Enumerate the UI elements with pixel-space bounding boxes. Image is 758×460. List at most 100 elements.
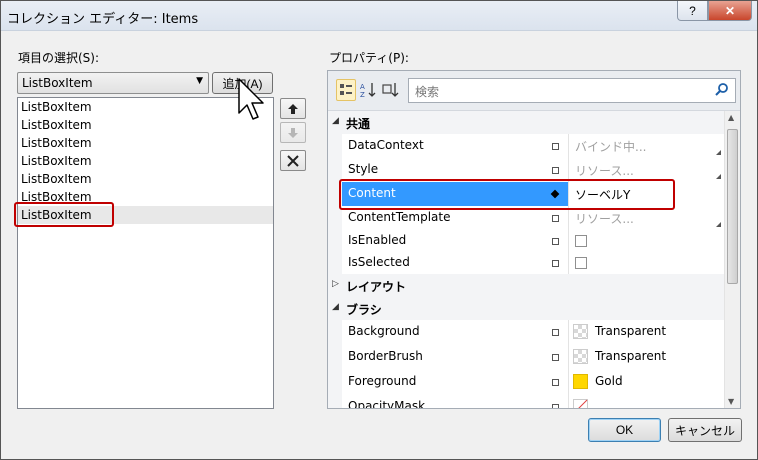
property-value: リソース... (575, 212, 634, 226)
category-brush[interactable]: ◢ ブラシ (328, 297, 724, 320)
svg-text:A: A (360, 83, 365, 91)
property-name: IsEnabled (348, 233, 407, 247)
mouse-cursor-icon (238, 78, 264, 120)
property-value-cell[interactable]: Transparent (568, 320, 724, 345)
list-item[interactable]: ListBoxItem (18, 152, 273, 170)
categorize-button[interactable] (336, 79, 356, 101)
categorize-icon (340, 84, 352, 95)
list-item[interactable]: ListBoxItem (18, 116, 273, 134)
property-row-content[interactable]: Content ソーベルY (328, 182, 724, 206)
property-search-input[interactable]: 検索 (408, 78, 736, 103)
category-layout[interactable]: ▷ レイアウト (328, 274, 724, 297)
property-name: ContentTemplate (348, 210, 451, 224)
property-marker-icon[interactable] (552, 354, 559, 361)
property-row-foreground[interactable]: Foreground Gold (328, 370, 724, 395)
gold-swatch-icon (573, 374, 588, 389)
property-row-opacitymask[interactable]: OpacityMask (328, 395, 724, 409)
property-name: Content (348, 186, 396, 200)
property-name: OpacityMask (348, 399, 426, 409)
item-type-value: ListBoxItem (22, 76, 93, 90)
sort-source-icon (382, 83, 399, 97)
corner-indicator-icon (716, 174, 721, 179)
scrollbar-thumb[interactable] (727, 129, 738, 284)
property-row-style[interactable]: Style リソース... (328, 158, 724, 182)
property-marker-icon[interactable] (552, 379, 559, 386)
property-name: BorderBrush (348, 349, 423, 363)
property-grid: A Z 検索 ◢ 共通 DataContext バインド中... Style リ… (327, 70, 741, 409)
arrow-down-icon (288, 127, 298, 138)
content-value[interactable]: ソーベルY (575, 186, 630, 203)
ok-button[interactable]: OK (588, 418, 661, 442)
property-value-cell (568, 230, 724, 252)
corner-indicator-icon (716, 222, 721, 227)
property-value-cell[interactable]: リソース... (568, 158, 724, 182)
list-item[interactable]: ListBoxItem (18, 170, 273, 188)
category-label: ブラシ (346, 303, 382, 317)
search-placeholder: 検索 (415, 85, 440, 99)
category-common[interactable]: ◢ 共通 (328, 111, 724, 134)
dropdown-arrow-icon: ▼ (196, 76, 203, 86)
property-value-cell[interactable]: ソーベルY (568, 182, 724, 206)
property-marker-icon[interactable] (552, 143, 559, 150)
property-row-isenabled[interactable]: IsEnabled (328, 230, 724, 252)
corner-indicator-icon (716, 150, 721, 155)
isselected-checkbox[interactable] (575, 257, 587, 269)
collection-editor-window: コレクション エディター: Items ? ✕ 項目の選択(S): ListBo… (0, 0, 758, 460)
list-item-selected[interactable]: ListBoxItem (18, 206, 273, 224)
property-value-cell[interactable]: バインド中... (568, 134, 724, 158)
isenabled-checkbox[interactable] (575, 235, 587, 247)
property-name: Background (348, 324, 420, 338)
sort-alpha-button[interactable]: A Z (359, 79, 379, 101)
property-row-background[interactable]: Background Transparent (328, 320, 724, 345)
property-value: Transparent (595, 349, 667, 363)
properties-label: プロパティ(P): (329, 51, 409, 65)
category-label: 共通 (346, 117, 371, 131)
collapse-triangle-icon: ◢ (332, 116, 339, 126)
property-marker-icon[interactable] (552, 260, 559, 267)
items-listbox[interactable]: ListBoxItem ListBoxItem ListBoxItem List… (17, 97, 274, 409)
cancel-button[interactable]: キャンセル (668, 418, 742, 442)
property-marker-icon[interactable] (552, 215, 559, 222)
property-marker-icon[interactable] (552, 404, 559, 408)
property-row-contenttemplate[interactable]: ContentTemplate リソース... (328, 206, 724, 230)
sort-source-button[interactable] (381, 79, 401, 101)
property-scrollbar[interactable]: ▲ ▼ (724, 111, 740, 408)
remove-button[interactable] (280, 150, 306, 171)
search-icon (715, 83, 728, 96)
list-item[interactable]: ListBoxItem (18, 134, 273, 152)
null-brush-icon (573, 399, 588, 408)
title-bar[interactable]: コレクション エディター: Items ? ✕ (1, 1, 757, 31)
property-value: リソース... (575, 164, 634, 178)
property-value: Gold (595, 374, 623, 388)
help-icon: ? (689, 3, 696, 18)
arrow-up-icon (288, 103, 298, 114)
list-item[interactable]: ListBoxItem (18, 188, 273, 206)
move-down-button[interactable] (280, 122, 306, 143)
property-row-isselected[interactable]: IsSelected (328, 252, 724, 274)
property-value-cell[interactable]: リソース... (568, 206, 724, 230)
close-icon: ✕ (724, 3, 736, 18)
property-marker-icon[interactable] (552, 329, 559, 336)
transparent-swatch-icon (573, 324, 588, 339)
delete-x-icon (287, 154, 299, 167)
expand-triangle-icon: ▷ (332, 279, 339, 289)
property-value-cell[interactable]: Gold (568, 370, 724, 395)
property-rows: ◢ 共通 DataContext バインド中... Style リソース... (328, 111, 724, 409)
close-button[interactable]: ✕ (708, 1, 752, 21)
property-marker-icon[interactable] (552, 167, 559, 174)
item-type-combobox[interactable]: ListBoxItem ▼ (17, 72, 209, 94)
sort-az-icon: A Z (360, 83, 376, 98)
property-value-cell[interactable] (568, 395, 724, 408)
property-name: DataContext (348, 138, 424, 152)
scroll-down-icon[interactable]: ▼ (728, 397, 734, 406)
list-item[interactable]: ListBoxItem (18, 98, 273, 116)
help-button[interactable]: ? (677, 1, 708, 21)
property-value-cell[interactable]: Transparent (568, 345, 724, 370)
property-marker-icon[interactable] (552, 238, 559, 245)
move-up-button[interactable] (280, 98, 306, 119)
collapse-triangle-icon: ◢ (332, 302, 339, 312)
property-row-borderbrush[interactable]: BorderBrush Transparent (328, 345, 724, 370)
property-row-datacontext[interactable]: DataContext バインド中... (328, 134, 724, 158)
property-name: IsSelected (348, 255, 410, 269)
scroll-up-icon[interactable]: ▲ (728, 113, 734, 122)
